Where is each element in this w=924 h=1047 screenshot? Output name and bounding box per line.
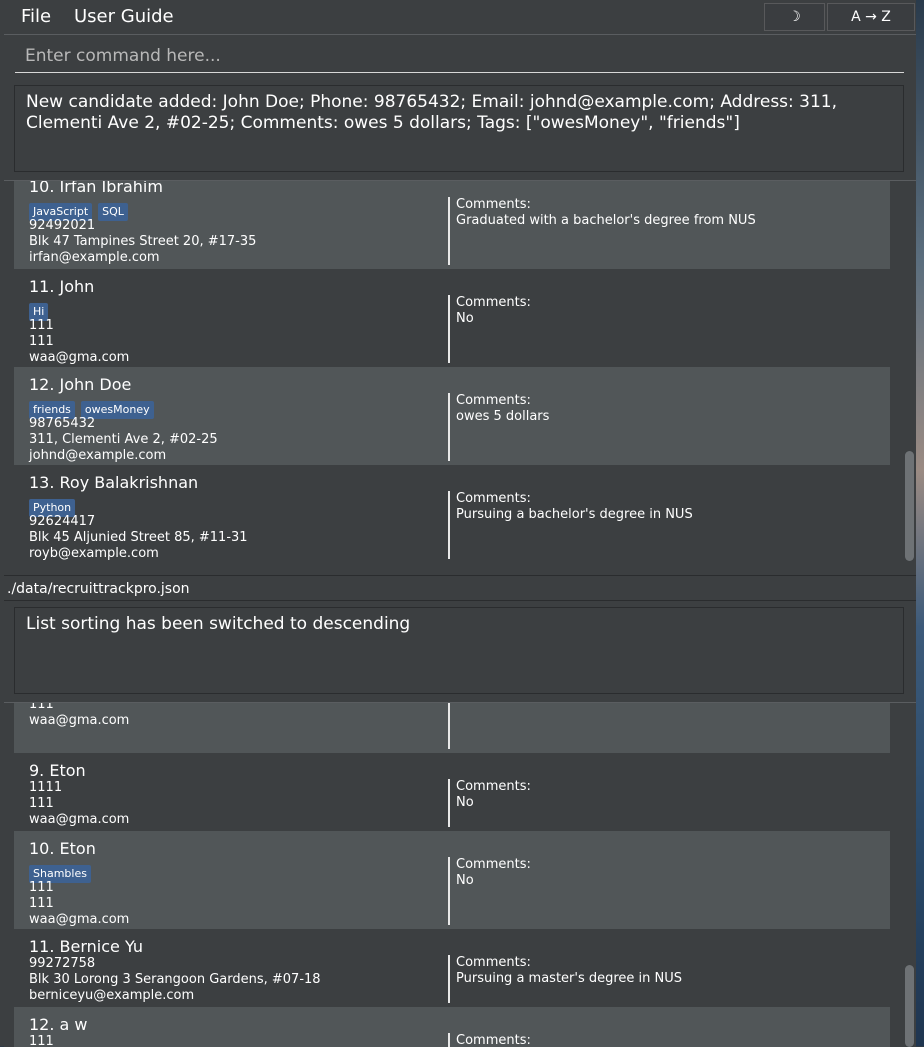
tag: SQL (98, 203, 128, 221)
comments-text: No (456, 873, 474, 888)
scrollbar-top-list[interactable] (902, 181, 916, 575)
comments-text: Pursuing a bachelor's degree in NUS (456, 507, 693, 522)
candidate-name: 10. Irfan Ibrahim (29, 180, 163, 196)
candidate-phone: 92492021 (29, 218, 96, 233)
comments-label: Comments: (456, 295, 531, 310)
comments-panel: Comments: (448, 1033, 878, 1047)
candidate-email: berniceyu@example.com (29, 988, 195, 1003)
comments-label: Comments: (456, 491, 531, 506)
candidate-address: 111 (29, 896, 54, 911)
candidate-card[interactable]: 13. Roy Balakrishnan Python 92624417 Blk… (14, 465, 890, 563)
scrollbar-bottom-list[interactable] (902, 703, 916, 1047)
candidate-email: waa@gma.com (29, 350, 130, 365)
candidate-list-top[interactable]: 10. Irfan Ibrahim JavaScript SQL 92492021… (4, 180, 916, 575)
candidate-phone: 92624417 (29, 514, 96, 529)
candidate-card[interactable]: 9. Eton 1111 111 waa@gma.com Comments: N… (14, 753, 890, 831)
candidate-email: waa@gma.com (29, 912, 130, 927)
theme-toggle-button[interactable]: ☽ (764, 3, 825, 31)
candidate-phone: 99272758 (29, 956, 96, 971)
status-bar-path: ./data/recruittrackpro.json (4, 575, 916, 601)
candidate-email: royb@example.com (29, 546, 159, 561)
scrollbar-thumb[interactable] (905, 451, 914, 561)
file-menu[interactable]: File (21, 6, 51, 27)
candidate-address: 111 (29, 796, 54, 811)
candidate-email: waa@gma.com (29, 713, 130, 728)
sort-label: A → Z (851, 9, 891, 25)
candidate-name: 12. John Doe (29, 375, 132, 394)
candidate-address: 311, Clementi Ave 2, #02-25 (29, 432, 218, 447)
moon-icon: ☽ (788, 9, 801, 25)
candidate-name: 13. Roy Balakrishnan (29, 473, 199, 492)
comments-text: owes 5 dollars (456, 409, 550, 424)
candidate-phone: 111 (29, 1034, 54, 1047)
app-window: File User Guide ☽ A → Z New candidate ad… (0, 0, 916, 1047)
candidate-address: Blk 47 Tampines Street 20, #17-35 (29, 234, 257, 249)
comments-text: No (456, 795, 474, 810)
comments-label: Comments: (456, 1033, 531, 1047)
candidate-email: johnd@example.com (29, 448, 167, 463)
candidate-card[interactable]: 111 111 waa@gma.com (14, 702, 890, 753)
candidate-card[interactable]: 11. John Hi 111 111 waa@gma.com Comments… (14, 269, 890, 367)
candidate-name: 11. Bernice Yu (29, 937, 144, 956)
tag-list: Hi (29, 300, 429, 321)
result-display-top: New candidate added: John Doe; Phone: 98… (14, 85, 904, 172)
tag-list: Python (29, 496, 429, 517)
comments-label: Comments: (456, 857, 531, 872)
comments-panel: Comments: Pursuing a bachelor's degree i… (448, 491, 878, 559)
candidate-email: waa@gma.com (29, 812, 130, 827)
candidate-address: Blk 45 Aljunied Street 85, #11-31 (29, 530, 248, 545)
comments-label: Comments: (456, 779, 531, 794)
command-box (15, 42, 904, 73)
comments-label: Comments: (456, 197, 531, 212)
candidate-card[interactable]: 10. Irfan Ibrahim JavaScript SQL 92492021… (14, 180, 890, 269)
tag-list: Shambles (29, 862, 429, 883)
user-guide-menu[interactable]: User Guide (74, 6, 174, 27)
candidate-name: 11. John (29, 277, 95, 296)
comments-panel: Comments: No (448, 295, 878, 363)
comments-text: Pursuing a master's degree in NUS (456, 971, 683, 986)
result-display-bottom: List sorting has been switched to descen… (14, 607, 904, 694)
candidate-card[interactable]: 11. Bernice Yu 99272758 Blk 30 Lorong 3 … (14, 929, 890, 1007)
command-input[interactable] (15, 42, 904, 70)
candidate-name: 9. Eton (29, 761, 86, 780)
comments-text: No (456, 311, 474, 326)
comments-label: Comments: (456, 393, 531, 408)
comments-label: Comments: (456, 955, 531, 970)
comments-text: Graduated with a bachelor's degree from … (456, 213, 756, 228)
candidate-address: Blk 30 Lorong 3 Serangoon Gardens, #07-1… (29, 972, 321, 987)
tag-list: friends owesMoney (29, 398, 429, 419)
candidate-card[interactable]: 10. Eton Shambles 111 111 waa@gma.com Co… (14, 831, 890, 929)
tag-list: JavaScript SQL (29, 200, 429, 221)
candidate-phone: 1111 (29, 780, 63, 795)
comments-panel: Comments: owes 5 dollars (448, 393, 878, 461)
candidate-list-bottom[interactable]: 111 111 waa@gma.com 9. Eton 1111 111 waa… (4, 702, 916, 1047)
sort-order-button[interactable]: A → Z (827, 3, 915, 31)
comments-panel: Comments: No (448, 779, 878, 827)
candidate-phone: 111 (29, 318, 54, 333)
comments-panel: Comments: Graduated with a bachelor's de… (448, 197, 878, 265)
scrollbar-thumb[interactable] (905, 965, 914, 1047)
candidate-email: irfan@example.com (29, 250, 160, 265)
candidate-phone: 98765432 (29, 416, 96, 431)
menu-bar: File User Guide ☽ A → Z (4, 0, 916, 35)
comments-panel (448, 703, 878, 749)
comments-panel: Comments: No (448, 857, 878, 925)
candidate-address: 111 (29, 702, 54, 712)
candidate-card[interactable]: 12. a w 111 Comments: (14, 1007, 890, 1047)
candidate-card[interactable]: 12. John Doe friends owesMoney 98765432 3… (14, 367, 890, 465)
candidate-name: 12. a w (29, 1015, 88, 1034)
comments-panel: Comments: Pursuing a master's degree in … (448, 955, 878, 1003)
candidate-name: 10. Eton (29, 839, 96, 858)
candidate-address: 111 (29, 334, 54, 349)
